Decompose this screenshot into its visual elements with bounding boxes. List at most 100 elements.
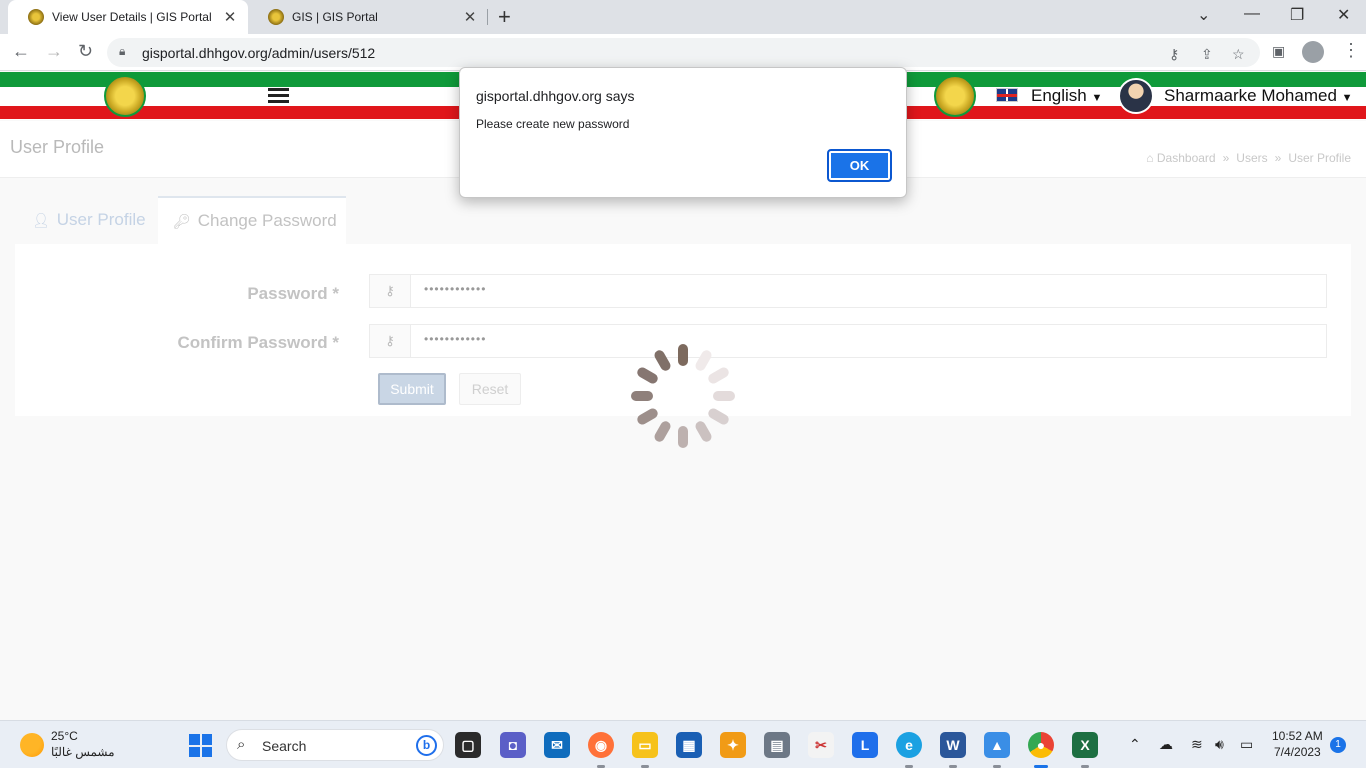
loading-spinner-icon bbox=[628, 341, 738, 451]
password-label: Password * bbox=[247, 284, 339, 303]
snipping-tool-icon[interactable]: ✂ bbox=[808, 732, 834, 758]
l-app-icon[interactable]: L bbox=[852, 732, 878, 758]
clock-time[interactable]: 10:52 AM bbox=[1272, 729, 1323, 743]
confirm-password-value: •••••••••••• bbox=[424, 332, 487, 346]
photos-icon[interactable]: ▲ bbox=[984, 732, 1010, 768]
hamburger-menu-icon[interactable] bbox=[268, 88, 289, 104]
bing-icon[interactable]: b bbox=[416, 735, 437, 756]
tab-search-chevron-icon[interactable]: ⌄ bbox=[1197, 5, 1210, 25]
spinner-petal bbox=[713, 391, 735, 401]
spinner-petal bbox=[631, 391, 653, 401]
browser-tab[interactable]: GIS | GIS Portal ✕ bbox=[248, 0, 488, 34]
share-icon[interactable]: ⇪ bbox=[1201, 46, 1213, 63]
reload-icon[interactable]: ↻ bbox=[78, 41, 93, 62]
minimize-icon[interactable]: — bbox=[1244, 5, 1260, 23]
tab-divider bbox=[487, 9, 488, 25]
tab-title: View User Details | GIS Portal bbox=[52, 10, 212, 24]
search-icon: ⌕ bbox=[237, 736, 246, 753]
tab-user-profile[interactable]: 👤︎ User Profile bbox=[15, 196, 158, 244]
breadcrumb-separator: » bbox=[1222, 151, 1230, 165]
spinner-petal bbox=[635, 365, 660, 386]
spinner-petal bbox=[652, 348, 673, 373]
emblem-logo[interactable] bbox=[104, 75, 146, 117]
app-icon[interactable]: ✦ bbox=[720, 732, 746, 758]
close-tab-icon[interactable]: ✕ bbox=[218, 8, 242, 26]
breadcrumb-users[interactable]: Users bbox=[1236, 151, 1267, 165]
microsoft-store-icon[interactable]: ▦ bbox=[676, 732, 702, 758]
address-bar: ← → ↻ 🔒︎ gisportal.dhhgov.org/admin/user… bbox=[0, 34, 1366, 71]
profile-icon[interactable] bbox=[1302, 41, 1324, 63]
password-field[interactable]: ⚷ •••••••••••• bbox=[369, 274, 1327, 308]
side-panel-icon[interactable]: ▣ bbox=[1272, 43, 1285, 60]
ok-button[interactable]: OK bbox=[827, 149, 892, 182]
weather-sun-icon[interactable] bbox=[20, 733, 44, 757]
user-avatar[interactable] bbox=[1118, 78, 1154, 114]
password-key-icon[interactable]: ⚷ bbox=[1169, 46, 1179, 63]
key-icon: ⚷ bbox=[370, 275, 411, 307]
weather-temperature[interactable]: 25°C bbox=[51, 729, 78, 743]
tab-label: Change Password bbox=[197, 211, 337, 230]
spinner-petal bbox=[635, 406, 660, 427]
close-tab-icon[interactable]: ✕ bbox=[458, 8, 482, 26]
word-icon[interactable]: W bbox=[940, 732, 966, 768]
site-favicon-icon bbox=[268, 9, 284, 25]
reset-button[interactable]: Reset bbox=[459, 373, 521, 405]
excel-icon[interactable]: X bbox=[1072, 732, 1098, 768]
key-icon: 🔑︎ bbox=[173, 212, 191, 229]
submit-button[interactable]: Submit bbox=[378, 373, 446, 405]
tab-change-password[interactable]: 🔑︎ Change Password bbox=[158, 196, 346, 244]
uk-flag-icon[interactable] bbox=[996, 88, 1018, 102]
page-title: User Profile bbox=[10, 137, 105, 157]
restore-icon[interactable]: ❐ bbox=[1290, 5, 1304, 25]
file-explorer-icon[interactable]: ▭ bbox=[632, 732, 658, 768]
new-tab-icon[interactable]: + bbox=[498, 4, 511, 30]
dialog-message: Please create new password bbox=[476, 117, 630, 131]
taskbar-search[interactable]: ⌕ Search b bbox=[226, 729, 444, 761]
confirm-password-label: Confirm Password * bbox=[177, 333, 339, 352]
spinner-petal bbox=[652, 419, 673, 444]
lock-icon[interactable]: 🔒︎ bbox=[119, 44, 125, 59]
spinner-petal bbox=[693, 348, 714, 373]
browser-tab-active[interactable]: View User Details | GIS Portal ✕ bbox=[8, 0, 248, 34]
calculator-icon[interactable]: ▤ bbox=[764, 732, 790, 758]
user-name: Sharmaarke Mohamed bbox=[1164, 86, 1337, 105]
battery-icon[interactable]: ▭ bbox=[1240, 736, 1253, 753]
firefox-icon[interactable]: ◉ bbox=[588, 732, 614, 768]
teams-chat-icon[interactable]: ◘ bbox=[500, 732, 526, 758]
close-window-icon[interactable]: ✕ bbox=[1337, 5, 1350, 25]
tab-title: GIS | GIS Portal bbox=[292, 10, 378, 24]
bookmark-star-icon[interactable]: ☆ bbox=[1232, 46, 1245, 63]
mail-icon[interactable]: ✉ bbox=[544, 732, 570, 758]
dialog-title: gisportal.dhhgov.org says bbox=[476, 88, 635, 104]
weather-description[interactable]: مشمس غالبًا bbox=[51, 745, 115, 759]
alert-dialog: gisportal.dhhgov.org says Please create … bbox=[459, 67, 907, 198]
onedrive-offline-icon[interactable]: ☁ bbox=[1159, 736, 1173, 753]
password-value: •••••••••••• bbox=[424, 282, 487, 296]
spinner-petal bbox=[693, 419, 714, 444]
notification-badge[interactable]: 1 bbox=[1330, 737, 1346, 753]
breadcrumb-separator: » bbox=[1274, 151, 1282, 165]
home-icon: ⌂ bbox=[1146, 151, 1154, 165]
menu-kebab-icon[interactable]: ⋮ bbox=[1342, 40, 1360, 61]
caret-down-icon: ▼ bbox=[1341, 92, 1353, 104]
language-dropdown[interactable]: English ▼ bbox=[1031, 86, 1102, 106]
back-icon[interactable]: ← bbox=[12, 41, 30, 62]
clock-date[interactable]: 7/4/2023 bbox=[1274, 745, 1321, 759]
emblem-logo-right bbox=[934, 75, 976, 117]
wifi-icon[interactable]: ≋ bbox=[1191, 736, 1203, 753]
url-text: gisportal.dhhgov.org/admin/users/512 bbox=[142, 45, 376, 61]
language-label: English bbox=[1031, 86, 1087, 105]
show-hidden-icons-chevron-icon[interactable]: ⌃ bbox=[1129, 736, 1141, 753]
breadcrumb-dashboard[interactable]: Dashboard bbox=[1157, 151, 1216, 165]
forward-icon[interactable]: → bbox=[45, 41, 63, 62]
chrome-icon[interactable]: ● bbox=[1028, 732, 1054, 768]
url-field[interactable]: 🔒︎ gisportal.dhhgov.org/admin/users/512 … bbox=[107, 38, 1260, 67]
start-windows-icon[interactable] bbox=[189, 734, 212, 757]
user-menu-dropdown[interactable]: Sharmaarke Mohamed ▼ bbox=[1164, 86, 1353, 106]
edge-icon[interactable]: e bbox=[896, 732, 922, 768]
task-view-icon[interactable]: ▢ bbox=[455, 732, 481, 758]
volume-icon[interactable]: 🔊︎ bbox=[1215, 736, 1224, 753]
confirm-password-field[interactable]: ⚷ •••••••••••• bbox=[369, 324, 1327, 358]
breadcrumb: ⌂ Dashboard » Users » User Profile bbox=[1146, 151, 1351, 165]
tab-label: User Profile bbox=[56, 210, 146, 229]
